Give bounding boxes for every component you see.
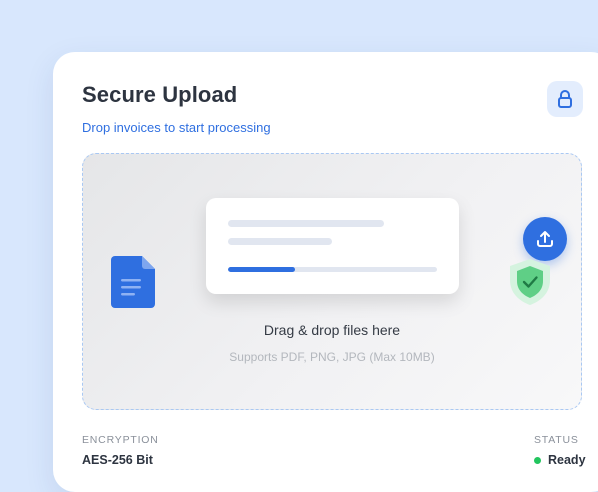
file-icon (111, 256, 155, 308)
encryption-label: ENCRYPTION (82, 434, 159, 446)
dropzone-hint: Supports PDF, PNG, JPG (Max 10MB) (229, 350, 435, 364)
file-preview-card (206, 198, 567, 294)
status-label: STATUS (534, 434, 579, 446)
upload-progress-bar (228, 267, 437, 272)
dropzone-title: Drag & drop files here (263, 322, 401, 338)
dropzone[interactable]: Drag & drop files here Supports PDF, PNG… (82, 153, 582, 410)
lock-icon (558, 90, 572, 108)
status-dot (534, 456, 541, 464)
upload-button[interactable] (523, 217, 567, 261)
upload-progress-fill (228, 267, 295, 272)
upload-card: Secure Upload Drop invoices to start pro… (53, 52, 598, 492)
preview-line (228, 238, 332, 245)
encryption-value: AES-256 Bit (82, 453, 153, 467)
upload-icon (537, 231, 553, 247)
lock-button[interactable] (547, 81, 583, 117)
status-indicator: Ready (534, 453, 586, 467)
preview-line (228, 220, 384, 227)
shield-check-icon (510, 259, 550, 305)
status-value: Ready (548, 453, 586, 467)
page-title: Secure Upload (82, 82, 238, 107)
page-subtitle: Drop invoices to start processing (82, 120, 271, 135)
